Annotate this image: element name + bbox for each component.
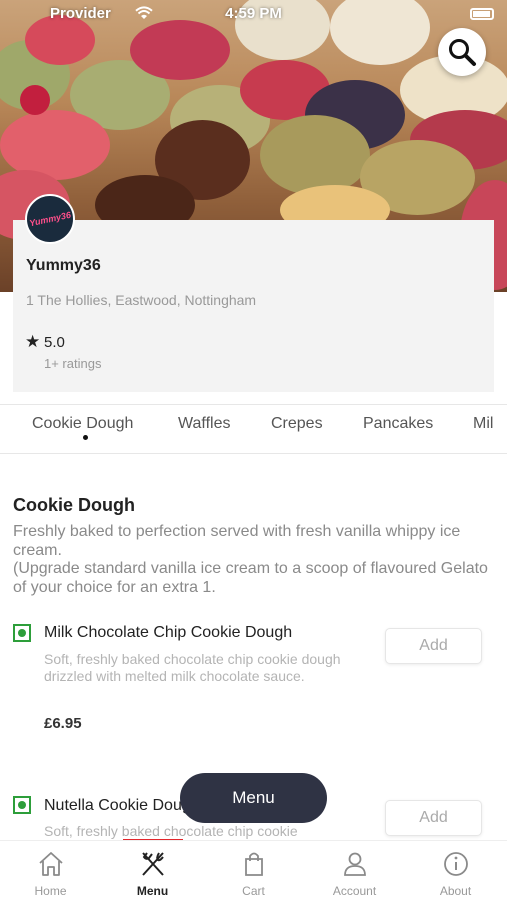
add-button[interactable]: Add (385, 628, 482, 664)
nav-cart[interactable]: Cart (203, 841, 304, 900)
nav-label: Account (332, 884, 377, 898)
bag-icon (244, 852, 263, 876)
shop-logo: Yummy36 (25, 194, 75, 244)
nav-home[interactable]: Home (0, 841, 101, 900)
section-title: Cookie Dough (13, 495, 135, 515)
rating-value: 5.0 (44, 334, 65, 351)
nav-label: Cart (242, 884, 265, 898)
add-button[interactable]: Add (385, 800, 482, 836)
nav-about[interactable]: About (405, 841, 506, 900)
veg-indicator-icon (13, 796, 31, 814)
nav-menu[interactable]: Menu (102, 841, 203, 900)
item-name: Milk Chocolate Chip Cookie Dough (44, 624, 293, 641)
user-icon (343, 852, 366, 876)
veg-indicator-icon (13, 624, 31, 642)
active-tab-indicator (83, 435, 88, 440)
tab-crepes[interactable]: Crepes (271, 415, 323, 433)
shop-info-card: Yummy36 Yummy36 1 The Hollies, Eastwood,… (13, 194, 494, 392)
tab-milkshakes[interactable]: Mil (473, 415, 493, 433)
search-button[interactable] (438, 28, 486, 76)
search-icon (449, 39, 476, 66)
clock: 4:59 PM (225, 5, 282, 22)
item-description: Soft, freshly baked chocolate chip cooki… (44, 651, 341, 684)
item-name: Nutella Cookie Dough (44, 797, 200, 814)
info-icon (443, 852, 468, 876)
item-description: Soft, freshly baked chocolate chip cooki… (44, 823, 298, 839)
nav-label: Menu (136, 884, 169, 898)
shop-name: Yummy36 (26, 257, 101, 274)
category-tabs: Cookie Dough Waffles Crepes Pancakes Mil (0, 404, 507, 454)
utensils-icon (141, 852, 164, 876)
tab-waffles[interactable]: Waffles (178, 415, 230, 433)
nav-label: Home (34, 884, 67, 898)
status-bar: Provider 4:59 PM (0, 0, 507, 28)
floating-menu-button[interactable]: Menu (180, 773, 327, 823)
bottom-navigation: Home Menu Cart Account About (0, 840, 507, 900)
shop-address: 1 The Hollies, Eastwood, Nottingham (26, 292, 257, 308)
section-description: Freshly baked to perfection served with … (13, 523, 488, 596)
tab-pancakes[interactable]: Pancakes (363, 415, 433, 433)
star-icon: ★ (25, 332, 41, 351)
home-icon (38, 852, 63, 876)
item-price: £6.95 (44, 715, 82, 732)
ratings-count: 1+ ratings (44, 356, 102, 371)
battery-icon (470, 8, 494, 20)
nav-account[interactable]: Account (304, 841, 405, 900)
tab-cookie-dough[interactable]: Cookie Dough (32, 415, 133, 433)
nav-label: About (439, 884, 472, 898)
